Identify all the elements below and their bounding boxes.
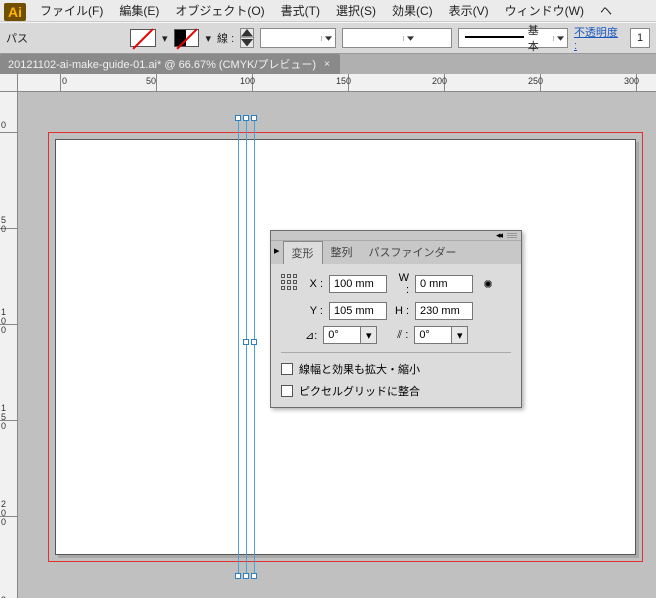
guide-line[interactable] xyxy=(254,118,255,577)
menu-object[interactable]: オブジェクト(O) xyxy=(167,2,272,19)
tab-pathfinder[interactable]: パスファインダー xyxy=(361,241,465,264)
tab-transform[interactable]: 変形 xyxy=(283,241,323,264)
ruler-tick-label: 100 xyxy=(240,76,255,86)
stroke-profile-select[interactable] xyxy=(342,28,452,48)
selection-handle[interactable] xyxy=(235,573,241,579)
ruler-tick-label: 200 xyxy=(432,76,447,86)
chevron-down-icon[interactable]: ▾ xyxy=(361,326,377,344)
reference-point-icon[interactable] xyxy=(281,274,301,294)
step-down-icon[interactable] xyxy=(241,38,253,47)
transform-panel[interactable]: ◂◂ ▸ 変形 整列 パスファインダー X : 100 mm W : 0 mm xyxy=(270,230,522,408)
document-tab[interactable]: 20121102-ai-make-guide-01.ai* @ 66.67% (… xyxy=(0,54,340,74)
shear-field[interactable]: 0° ▾ xyxy=(414,326,468,344)
chevron-down-icon[interactable]: ▾ xyxy=(162,32,168,45)
opacity-label[interactable]: 不透明度 : xyxy=(574,24,624,52)
rotate-label: ⊿: xyxy=(305,329,317,342)
panel-tabs: ▸ 変形 整列 パスファインダー xyxy=(271,241,521,264)
menu-view[interactable]: 表示(V) xyxy=(441,2,497,19)
y-field[interactable]: 105 mm xyxy=(329,302,387,320)
menu-window[interactable]: ウィンドウ(W) xyxy=(497,2,592,19)
ruler-tick-label: 50 xyxy=(146,76,156,86)
h-field[interactable]: 230 mm xyxy=(415,302,473,320)
stroke-width-select[interactable] xyxy=(260,28,336,48)
y-label: Y : xyxy=(307,305,323,317)
selection-handle[interactable] xyxy=(243,115,249,121)
opacity-value[interactable]: 1 xyxy=(630,28,650,48)
selection-handle[interactable] xyxy=(243,573,249,579)
ruler-tick-label: 0 xyxy=(62,76,67,86)
panel-menu-icon[interactable] xyxy=(507,233,517,238)
tab-align[interactable]: 整列 xyxy=(323,241,361,264)
chevron-down-icon[interactable] xyxy=(553,36,567,41)
chevron-down-icon[interactable] xyxy=(321,36,335,41)
tool-label: パス xyxy=(6,30,28,46)
collapse-icon[interactable]: ◂◂ xyxy=(496,230,501,241)
vertical-ruler[interactable]: 0 50 100 150 200 250 xyxy=(0,92,18,598)
control-bar: パス ▾ ▾ 線 : 基本 不透明度 : 1 xyxy=(0,22,656,54)
x-label: X : xyxy=(307,278,323,290)
stroke-label: 線 : xyxy=(217,30,234,46)
close-icon[interactable]: × xyxy=(324,59,330,70)
guide-line[interactable] xyxy=(246,118,247,577)
menu-file[interactable]: ファイル(F) xyxy=(32,2,111,19)
arrow-left-icon[interactable]: ▸ xyxy=(271,241,283,264)
menu-edit[interactable]: 編集(E) xyxy=(111,2,167,19)
ruler-tick-label: 300 xyxy=(624,76,639,86)
menu-format[interactable]: 書式(T) xyxy=(273,2,328,19)
ruler-tick-label: 150 xyxy=(336,76,351,86)
brush-preview xyxy=(465,36,524,44)
document-title: 20121102-ai-make-guide-01.ai* @ 66.67% (… xyxy=(8,56,316,72)
ruler-origin[interactable] xyxy=(0,74,18,92)
constrain-icon[interactable]: ✺ xyxy=(479,275,497,293)
app-logo: Ai xyxy=(4,3,26,21)
stroke-width-stepper[interactable] xyxy=(240,28,254,48)
horizontal-ruler[interactable]: 0 50 100 150 200 250 300 xyxy=(18,74,656,92)
selection-handle[interactable] xyxy=(251,573,257,579)
work-area: 0 50 100 150 200 250 300 0 50 100 150 20… xyxy=(0,74,656,598)
menu-effect[interactable]: 効果(C) xyxy=(384,2,441,19)
scale-strokes-label: 線幅と効果も拡大・縮小 xyxy=(299,361,420,377)
canvas[interactable]: ◂◂ ▸ 変形 整列 パスファインダー X : 100 mm W : 0 mm xyxy=(18,92,656,598)
w-label: W : xyxy=(393,272,409,296)
x-field[interactable]: 100 mm xyxy=(329,275,387,293)
selection-handle[interactable] xyxy=(243,339,249,345)
h-label: H : xyxy=(393,305,409,317)
selection-handle[interactable] xyxy=(251,115,257,121)
menu-select[interactable]: 選択(S) xyxy=(328,2,384,19)
menu-bar: Ai ファイル(F) 編集(E) オブジェクト(O) 書式(T) 選択(S) 効… xyxy=(0,0,656,22)
stroke-swatch[interactable] xyxy=(174,29,200,47)
brush-select[interactable]: 基本 xyxy=(458,28,568,48)
step-up-icon[interactable] xyxy=(241,29,253,38)
align-pixel-checkbox[interactable] xyxy=(281,385,293,397)
selection-handle[interactable] xyxy=(251,339,257,345)
guide-line[interactable] xyxy=(238,118,239,577)
ruler-tick-label: 250 xyxy=(528,76,543,86)
w-field[interactable]: 0 mm xyxy=(415,275,473,293)
align-pixel-label: ピクセルグリッドに整合 xyxy=(299,383,420,399)
rotate-field[interactable]: 0° ▾ xyxy=(323,326,377,344)
selection-handle[interactable] xyxy=(235,115,241,121)
document-tab-row: 20121102-ai-make-guide-01.ai* @ 66.67% (… xyxy=(0,54,656,74)
chevron-down-icon[interactable] xyxy=(403,36,417,41)
ruler-tick-label: 0 xyxy=(1,120,6,130)
menu-help[interactable]: ヘ xyxy=(592,2,620,19)
shear-label: ⫽ : xyxy=(397,329,408,342)
fill-swatch[interactable] xyxy=(130,29,156,47)
scale-strokes-checkbox[interactable] xyxy=(281,363,293,375)
chevron-down-icon[interactable]: ▾ xyxy=(205,32,211,45)
chevron-down-icon[interactable]: ▾ xyxy=(452,326,468,344)
